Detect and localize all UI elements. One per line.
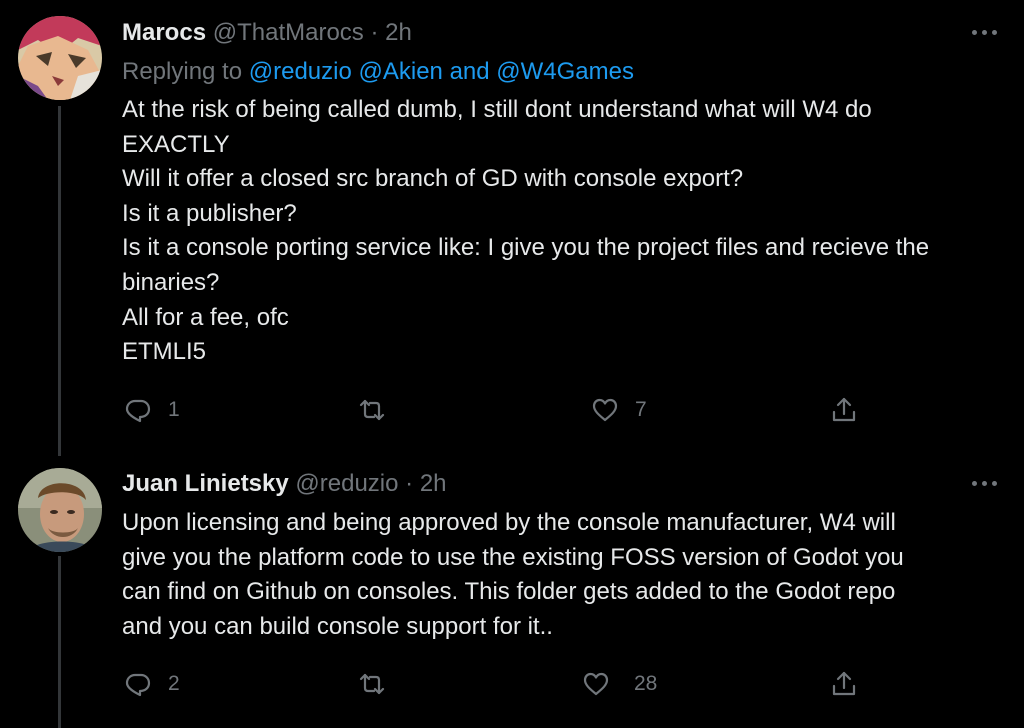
avatar[interactable] xyxy=(18,16,102,100)
like-icon xyxy=(583,672,609,696)
tweet-line: Will it offer a closed src branch of GD … xyxy=(122,165,744,193)
share-button[interactable] xyxy=(830,394,858,426)
tweet-line: All for a fee, ofc xyxy=(122,303,289,331)
replying-mentions[interactable]: @reduzio @Akien and @W4Games xyxy=(249,58,634,85)
reply-count: 2 xyxy=(168,672,180,695)
user-handle[interactable]: @reduzio xyxy=(295,470,398,497)
tweet-line: ETMLI5 xyxy=(122,338,207,366)
more-icon[interactable] xyxy=(972,30,998,38)
tweet-header: Juan Linietsky @reduzio · 2h xyxy=(122,469,447,499)
reply-icon xyxy=(125,673,151,697)
replying-prefix: Replying to xyxy=(122,58,243,85)
tweet-line: can find on Github on consoles. This fol… xyxy=(122,578,896,606)
share-icon xyxy=(832,671,856,696)
retweet-icon xyxy=(359,399,385,421)
display-name[interactable]: Juan Linietsky xyxy=(122,470,289,497)
tweet-line: give you the platform code to use the ex… xyxy=(122,543,904,571)
retweet-button[interactable] xyxy=(358,394,386,426)
separator-dot: · xyxy=(405,470,414,497)
reply-button[interactable]: 1 xyxy=(124,394,180,426)
tweet-text: Upon licensing and being approved by the… xyxy=(122,506,1002,644)
share-icon xyxy=(832,397,856,422)
share-button[interactable] xyxy=(830,668,858,700)
tweet-header: Marocs @ThatMarocs · 2h xyxy=(122,18,412,48)
like-button[interactable]: 28 xyxy=(582,668,657,700)
retweet-button[interactable] xyxy=(358,668,386,700)
reply-icon xyxy=(125,399,151,423)
replying-to: Replying to @reduzio @Akien and @W4Games xyxy=(122,57,634,87)
reply-count: 1 xyxy=(168,398,180,421)
tweet-actions: 1 7 xyxy=(0,394,1024,426)
like-count: 28 xyxy=(634,672,658,695)
more-icon[interactable] xyxy=(972,481,998,489)
tweet-actions: 2 28 xyxy=(0,668,1024,700)
tweet-line: At the risk of being called dumb, I stil… xyxy=(122,96,872,123)
timestamp[interactable]: 2h xyxy=(385,19,412,46)
tweet-line: and you can build console support for it… xyxy=(122,612,553,640)
tweet-juan-linietsky[interactable]: Juan Linietsky @reduzio · 2h Upon licens… xyxy=(0,452,1024,728)
avatar[interactable] xyxy=(18,468,102,552)
timestamp[interactable]: 2h xyxy=(420,470,447,497)
reply-button[interactable]: 2 xyxy=(124,668,180,700)
tweet-marocs[interactable]: Marocs @ThatMarocs · 2h Replying to @red… xyxy=(0,0,1024,450)
like-button[interactable]: 7 xyxy=(591,394,647,426)
tweet-line: Is it a publisher? xyxy=(122,199,297,227)
retweet-icon xyxy=(359,673,385,695)
tweet-line: Is it a console porting service like: I … xyxy=(122,234,930,262)
tweet-line: Upon licensing and being approved by the… xyxy=(122,509,896,536)
separator-dot: · xyxy=(370,19,379,46)
tweet-line: EXACTLY xyxy=(122,130,230,158)
tweet-line: binaries? xyxy=(122,268,220,296)
user-handle[interactable]: @ThatMarocs xyxy=(213,19,364,46)
display-name[interactable]: Marocs xyxy=(122,19,206,46)
like-count: 7 xyxy=(635,398,647,421)
like-icon xyxy=(592,398,618,422)
tweet-text: At the risk of being called dumb, I stil… xyxy=(122,93,1002,370)
